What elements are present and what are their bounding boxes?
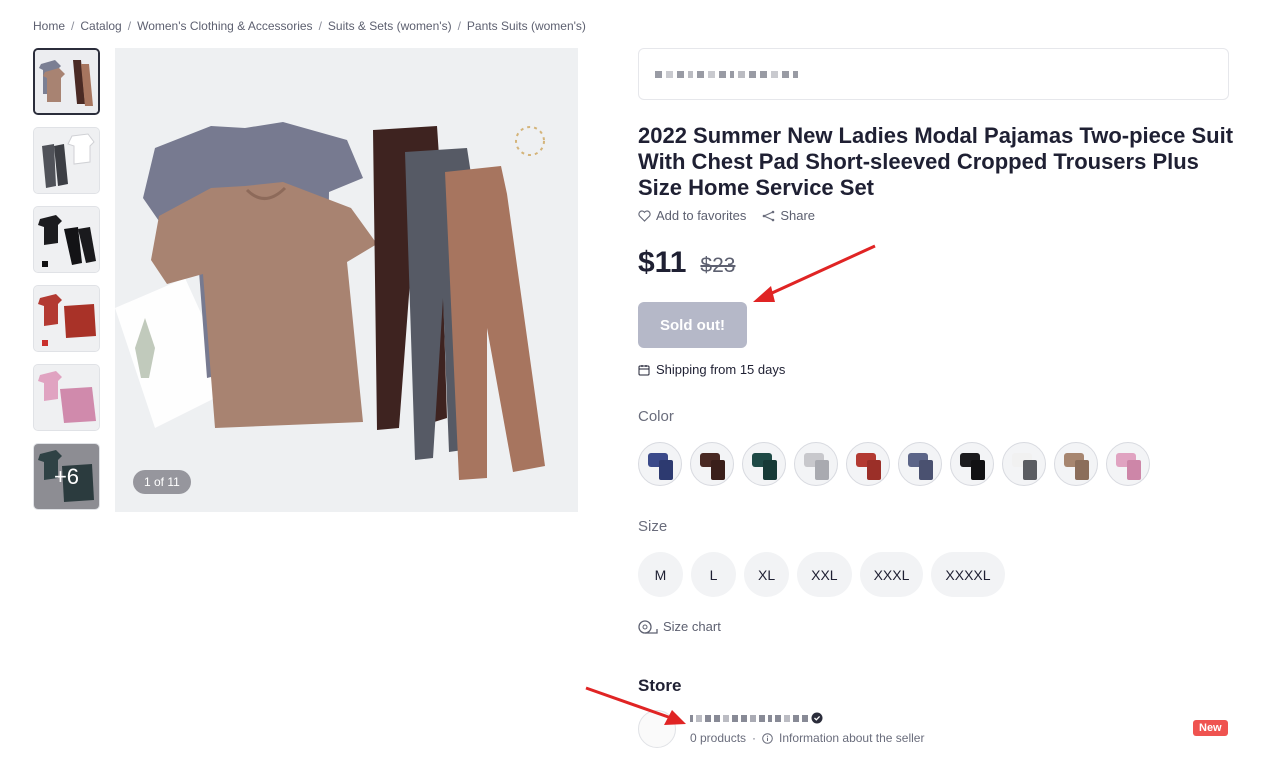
size-option-xxxl[interactable]: XXXL — [859, 552, 924, 597]
price-block: $11 $23 — [638, 246, 735, 280]
breadcrumb-suits-sets[interactable]: Suits & Sets (women's) — [328, 19, 452, 33]
swatch-bottom-garment — [867, 460, 881, 480]
swatch-bottom-garment — [919, 460, 933, 480]
swatch-bottom-garment — [815, 460, 829, 480]
breadcrumb-separator: / — [318, 19, 322, 33]
annotation-arrow-sold-out — [753, 244, 876, 302]
original-price: $23 — [700, 254, 736, 277]
swatch-bottom-garment — [1075, 460, 1089, 480]
store-name-link[interactable] — [690, 712, 823, 724]
verified-icon — [811, 712, 823, 724]
thumbnail-4[interactable] — [33, 285, 100, 352]
breadcrumb-catalog[interactable]: Catalog — [80, 19, 121, 33]
size-chart-label: Size chart — [663, 619, 721, 634]
color-swatch-pink[interactable] — [1106, 442, 1150, 486]
sold-out-button[interactable]: Sold out! — [638, 302, 747, 348]
breadcrumb-pants-suits[interactable]: Pants Suits (women's) — [467, 19, 586, 33]
color-swatches — [638, 442, 1150, 486]
size-label: Size — [638, 518, 668, 535]
thumbnail-more[interactable]: +6 — [33, 443, 100, 510]
swatch-bottom-garment — [659, 460, 673, 480]
breadcrumb-womens-clothing[interactable]: Women's Clothing & Accessories — [137, 19, 312, 33]
color-swatch-black[interactable] — [950, 442, 994, 486]
breadcrumb-separator: / — [127, 19, 132, 33]
share-icon — [762, 210, 775, 221]
tape-measure-icon — [638, 619, 658, 634]
swatch-bottom-garment — [1023, 460, 1037, 480]
swatch-bottom-garment — [1127, 460, 1141, 480]
blurred-seller-text — [655, 71, 798, 78]
color-swatch-teal[interactable] — [742, 442, 786, 486]
color-swatch-red[interactable] — [846, 442, 890, 486]
thumbnail-3[interactable] — [33, 206, 100, 273]
thumbnail-list: +6 — [33, 48, 100, 522]
color-swatch-brown[interactable] — [690, 442, 734, 486]
size-chart-link[interactable]: Size chart — [638, 619, 721, 634]
thumbnail-1[interactable] — [33, 48, 100, 115]
size-option-xxl[interactable]: XXL — [797, 552, 852, 597]
breadcrumb-separator: / — [71, 19, 75, 33]
size-option-xxxxl[interactable]: XXXXL — [931, 552, 1005, 597]
size-options: M L XL XXL XXXL XXXXL — [638, 552, 1005, 597]
swatch-bottom-garment — [711, 460, 725, 480]
size-option-m[interactable]: M — [638, 552, 683, 597]
thumbnail-5[interactable] — [33, 364, 100, 431]
annotation-arrow-products — [585, 686, 686, 725]
size-option-xl[interactable]: XL — [744, 552, 790, 597]
product-actions: Add to favorites Share — [638, 208, 815, 223]
product-photo — [115, 48, 578, 512]
image-counter: 1 of 11 — [133, 470, 191, 494]
thumbnail-2[interactable] — [33, 127, 100, 194]
size-option-l[interactable]: L — [691, 552, 736, 597]
main-product-image[interactable]: 1 of 11 — [115, 48, 578, 512]
breadcrumb: Home / Catalog / Women's Clothing & Acce… — [33, 19, 586, 33]
more-images-overlay: +6 — [34, 444, 99, 509]
new-badge: New — [1193, 720, 1228, 736]
store-product-count: 0 products — [690, 731, 747, 745]
shipping-text: Shipping from 15 days — [656, 362, 786, 377]
product-title: 2022 Summer New Ladies Modal Pajamas Two… — [638, 123, 1234, 200]
color-swatch-mocha[interactable] — [1054, 442, 1098, 486]
seller-info-link[interactable]: Information about the seller — [779, 731, 924, 745]
info-icon — [762, 732, 773, 744]
add-to-favorites-label: Add to favorites — [656, 208, 747, 223]
current-price: $11 — [638, 246, 687, 279]
color-swatch-navy[interactable] — [638, 442, 682, 486]
share-button[interactable]: Share — [762, 208, 815, 223]
swatch-bottom-garment — [971, 460, 985, 480]
calendar-icon — [638, 364, 650, 375]
swatch-bottom-garment — [763, 460, 777, 480]
color-swatch-white-gray[interactable] — [1002, 442, 1046, 486]
share-label: Share — [780, 208, 816, 223]
color-swatch-slate[interactable] — [898, 442, 942, 486]
store-meta: 0 products · Information about the selle… — [690, 731, 924, 745]
shipping-info: Shipping from 15 days — [638, 362, 785, 377]
heart-icon — [638, 209, 651, 222]
meta-separator: · — [752, 731, 757, 745]
add-to-favorites-button[interactable]: Add to favorites — [638, 208, 746, 223]
breadcrumb-home[interactable]: Home — [33, 19, 65, 33]
breadcrumb-separator: / — [457, 19, 461, 33]
seller-banner[interactable] — [638, 48, 1229, 100]
color-swatch-light-gray[interactable] — [794, 442, 838, 486]
color-label: Color — [638, 408, 674, 425]
